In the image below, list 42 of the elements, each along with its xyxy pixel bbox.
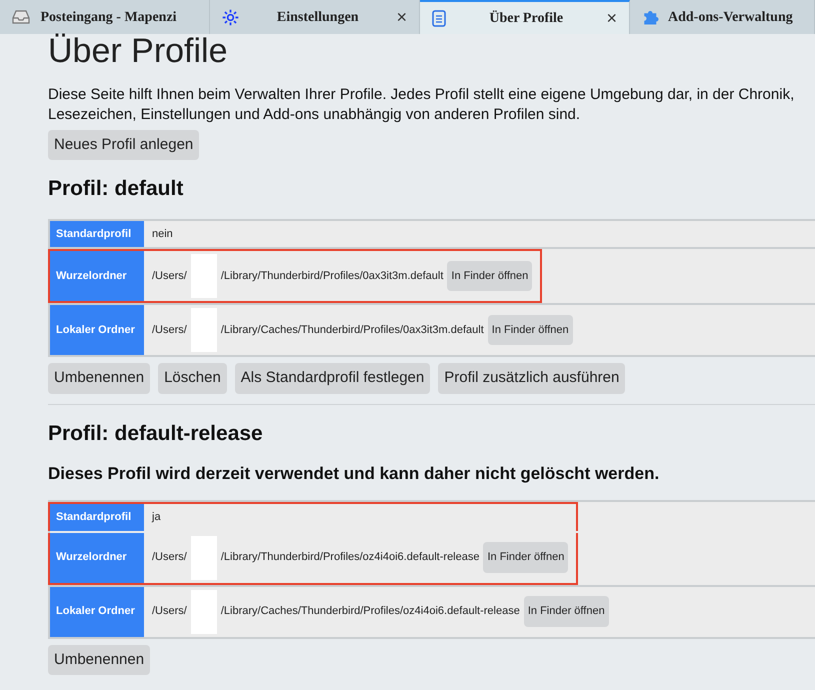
close-button[interactable]: × — [396, 8, 407, 26]
path-text: /Library/Caches/Thunderbird/Profiles/oz4i4oi6.default-release — [220, 604, 520, 620]
puzzle-piece-icon — [642, 8, 660, 26]
tab-label: Einstellungen — [276, 8, 360, 26]
row-value: ja — [152, 510, 161, 525]
open-in-finder-button[interactable]: In Finder öffnen — [488, 314, 573, 346]
row-label: Lokaler Ordner — [50, 586, 144, 636]
document-icon — [432, 10, 446, 26]
profile-heading: Profil: default — [48, 176, 184, 202]
tab[interactable]: Über Profile × — [420, 0, 630, 34]
path-text: /Users/ — [152, 268, 187, 284]
path-text: /Library/Thunderbird/Profiles/oz4i4oi6.default-release — [220, 550, 480, 566]
profile-note: Dieses Profil wird derzeit verwendet und kann daher nicht gelöscht werden. — [48, 462, 660, 484]
open-in-finder-button[interactable]: In Finder öffnen — [524, 596, 609, 627]
gear-icon — [222, 8, 239, 26]
path-text: /Users/ — [152, 604, 187, 620]
path-text: /Users/ — [152, 550, 187, 566]
row-label: Standardprofil — [50, 220, 144, 247]
row-label: Wurzelordner — [50, 532, 144, 582]
row-value: nein — [152, 226, 173, 242]
tab-label: Posteingang - Mapenzi — [39, 8, 178, 26]
open-in-finder-button[interactable]: In Finder öffnen — [483, 542, 568, 573]
path-text: /Library/Caches/Thunderbird/Profiles/0ax3it3m.default — [220, 322, 484, 338]
intro-text: Diese Seite hilft Ihnen beim Verwalten Ihrer Profile. Jedes Profil stellt eine eigene Umgebung dar, in der Chronik, Lesezeichen, Einstellungen und Add-ons unabhängig von anderen Profilen sind. — [48, 84, 796, 126]
row-label: Standardprofil — [50, 504, 144, 530]
open-in-finder-button[interactable]: In Finder öffnen — [447, 260, 532, 292]
action-button[interactable]: Als Standardprofil festlegen — [234, 363, 430, 394]
tab-label: Über Profile — [488, 10, 564, 28]
action-button[interactable]: Löschen — [158, 363, 227, 394]
path-text: /Library/Thunderbird/Profiles/0ax3it3m.default — [220, 268, 444, 284]
page-title: Über Profile — [48, 31, 229, 72]
action-button[interactable]: Umbenennen — [48, 363, 150, 394]
close-button[interactable]: × — [606, 9, 617, 27]
row-label: Wurzelordner — [50, 251, 144, 301]
action-button[interactable]: Umbenennen — [48, 644, 150, 675]
action-button[interactable]: Neues Profil anlegen — [48, 130, 200, 160]
path-text: /Users/ — [152, 322, 187, 338]
profile-heading: Profil: default-release — [48, 420, 264, 446]
tab-label: Add-ons-Verwaltung — [668, 8, 793, 26]
inbox-tray-icon — [12, 9, 30, 25]
row-label: Lokaler Ordner — [50, 305, 144, 355]
action-button[interactable]: Profil zusätzlich ausführen — [438, 363, 626, 394]
